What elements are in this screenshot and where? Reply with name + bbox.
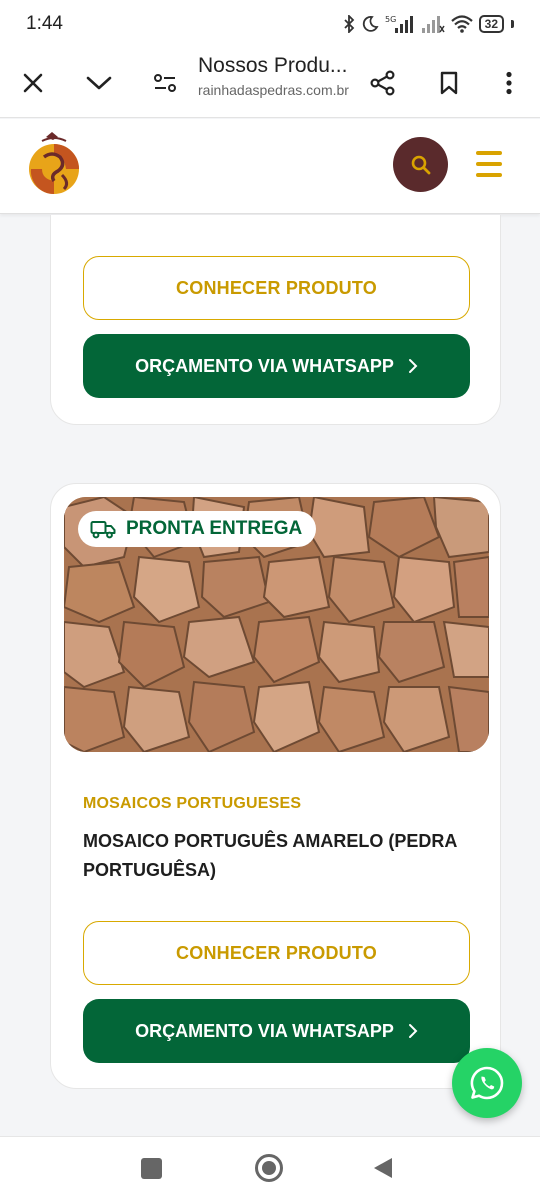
back-icon [374, 1158, 392, 1178]
product-category[interactable]: MOSAICOS PORTUGUESES [83, 795, 301, 813]
system-nav-bar [0, 1136, 540, 1200]
page-title-area[interactable]: Nossos Produ... rainhadaspedras.com.br [198, 54, 358, 98]
whatsapp-quote-button[interactable]: ORÇAMENTO VIA WHATSAPP [83, 334, 470, 398]
close-icon [23, 73, 43, 93]
whatsapp-quote-label: ORÇAMENTO VIA WHATSAPP [135, 1020, 394, 1041]
bookmark-button[interactable] [426, 60, 472, 106]
whatsapp-quote-label: ORÇAMENTO VIA WHATSAPP [135, 355, 394, 376]
hamburger-menu-button[interactable] [470, 149, 508, 179]
network-type-label: 5G [385, 15, 396, 24]
battery-level: 32 [484, 17, 498, 31]
share-icon [370, 70, 395, 96]
share-button[interactable] [360, 60, 406, 106]
status-bar: 1:44 5G 32 [0, 0, 540, 48]
page-title: Nossos Produ... [198, 54, 348, 77]
recent-apps-button[interactable] [141, 1158, 162, 1179]
search-button[interactable] [393, 137, 448, 192]
bluetooth-icon [343, 15, 355, 33]
whatsapp-quote-button[interactable]: ORÇAMENTO VIA WHATSAPP [83, 999, 470, 1063]
chevron-down-icon [86, 76, 112, 90]
hamburger-icon [476, 151, 502, 155]
close-tab-button[interactable] [10, 60, 56, 106]
conhecer-produto-button[interactable]: CONHECER PRODUTO [83, 256, 470, 320]
page-url: rainhadaspedras.com.br [198, 82, 349, 98]
product-title[interactable]: MOSAICO PORTUGUÊS AMARELO (PEDRA PORTUGU… [83, 827, 463, 885]
more-vertical-icon [506, 71, 512, 95]
product-card: CONHECER PRODUTO ORÇAMENTO VIA WHATSAPP [50, 215, 501, 425]
page-settings-icon [154, 74, 176, 92]
page-settings-button[interactable] [142, 60, 188, 106]
browser-toolbar: Nossos Produ... rainhadaspedras.com.br [0, 48, 540, 118]
whatsapp-icon [470, 1066, 504, 1100]
minimize-button[interactable] [76, 60, 122, 106]
pronta-entrega-badge: PRONTA ENTREGA [78, 511, 317, 547]
battery-icon: 32 [478, 15, 504, 33]
do-not-disturb-moon-icon [361, 15, 379, 33]
home-button[interactable] [255, 1154, 283, 1182]
cell-signal-2-icon [421, 14, 445, 34]
product-image[interactable]: PRONTA ENTREGA [64, 497, 489, 752]
whatsapp-float-button[interactable] [452, 1048, 522, 1118]
search-icon [411, 155, 430, 174]
product-list: CONHECER PRODUTO ORÇAMENTO VIA WHATSAPP [0, 215, 540, 1136]
truck-icon [90, 521, 116, 539]
chevron-right-icon [408, 1023, 418, 1039]
wifi-icon [450, 15, 473, 33]
product-card: PRONTA ENTREGA MOSAICOS PORTUGUESES MOSA… [50, 483, 501, 1089]
more-options-button[interactable] [486, 60, 532, 106]
back-button[interactable] [372, 1156, 394, 1185]
conhecer-produto-button[interactable]: CONHECER PRODUTO [83, 921, 470, 985]
site-header [0, 119, 540, 214]
badge-label: PRONTA ENTREGA [126, 518, 303, 539]
status-time: 1:44 [26, 13, 63, 34]
bookmark-icon [440, 71, 458, 95]
chevron-right-icon [408, 358, 418, 374]
cell-signal-icon: 5G [385, 14, 415, 34]
status-icons: 5G 32 [343, 14, 514, 34]
rainha-das-pedras-logo[interactable] [26, 131, 82, 197]
